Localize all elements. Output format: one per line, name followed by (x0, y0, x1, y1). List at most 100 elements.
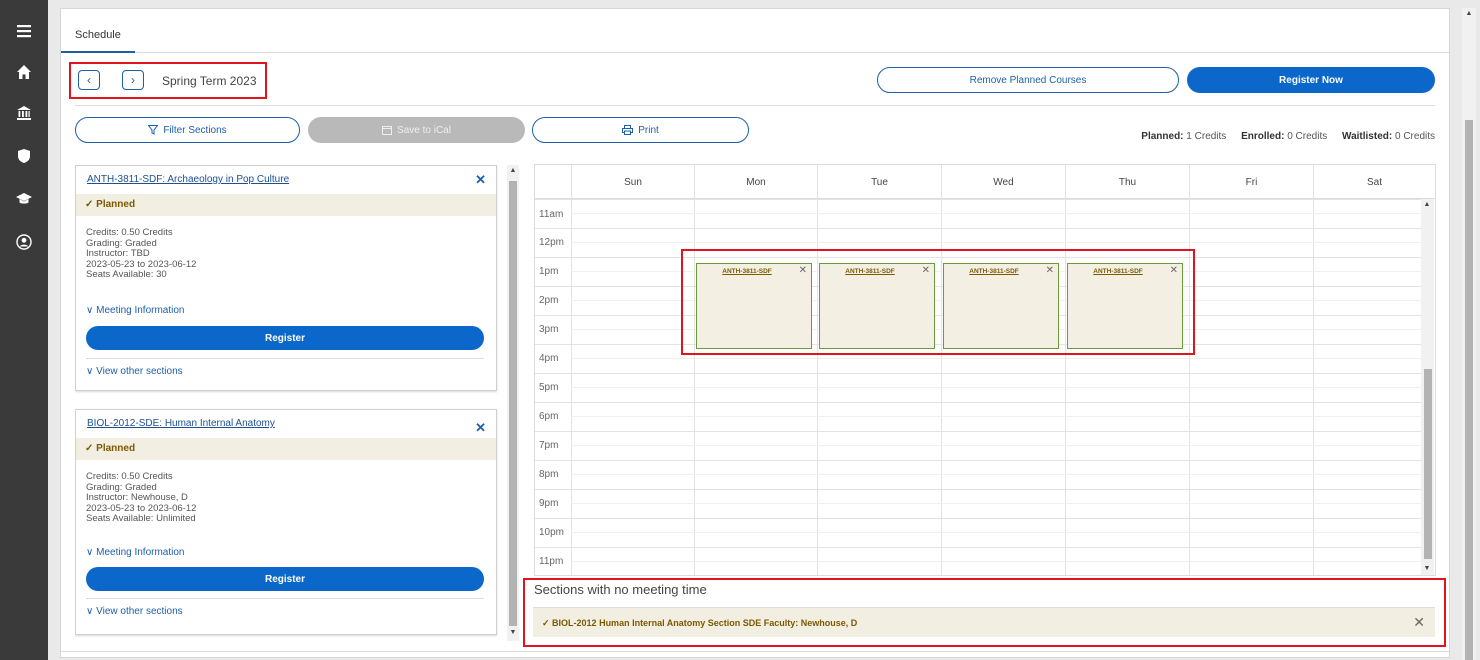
half-hour-line (571, 561, 1421, 562)
print-label: Print (638, 124, 659, 136)
hour-label: 12pm (539, 237, 565, 248)
hour-label: 4pm (539, 353, 559, 364)
half-hour-line (571, 416, 1421, 417)
scroll-down-icon[interactable]: ▼ (507, 629, 519, 636)
view-other-sections-toggle[interactable]: ∨ View other sections (86, 366, 183, 377)
page-scrollbar[interactable]: ▲ (1462, 8, 1476, 660)
meeting-info-label: Meeting Information (96, 305, 185, 316)
filter-icon (148, 125, 159, 135)
half-hour-line (571, 474, 1421, 475)
event-title-link[interactable]: ANTH-3811-SDF (697, 268, 797, 275)
course-instructor: Instructor: Newhouse, D (86, 492, 188, 503)
course-details: Credits: 0.50 Credits Grading: Graded In… (86, 227, 196, 281)
check-icon: ✓ (85, 443, 97, 454)
cards-scrollbar[interactable]: ▲ ▼ (507, 165, 519, 641)
event-title-link[interactable]: ANTH-3811-SDF (1068, 268, 1168, 275)
chevron-down-icon: ∨ (86, 606, 97, 617)
chevron-down-icon: ∨ (86, 547, 97, 558)
scroll-up-icon[interactable]: ▲ (507, 167, 519, 174)
event-close-icon[interactable]: ✕ (799, 265, 807, 276)
home-icon[interactable] (0, 58, 48, 86)
scroll-down-icon[interactable]: ▼ (1421, 565, 1433, 572)
planned-credits-value: 1 Credits (1186, 131, 1227, 142)
hour-label: 10pm (539, 527, 565, 538)
hour-label: 7pm (539, 440, 559, 451)
no-meeting-title: Sections with no meeting time (534, 582, 707, 597)
course-card: BIOL-2012-SDE: Human Internal Anatomy ✕ … (75, 409, 497, 635)
course-card: ANTH-3811-SDF: Archaeology in Pop Cultur… (75, 165, 497, 391)
day-header-wed: Wed (941, 165, 1065, 199)
half-hour-line (571, 445, 1421, 446)
planned-credits-label: Planned: (1141, 131, 1184, 142)
left-nav (0, 0, 48, 660)
half-hour-line (571, 503, 1421, 504)
event-close-icon[interactable]: ✕ (1170, 265, 1178, 276)
chevron-left-icon: ‹ (87, 73, 91, 87)
course-title-link[interactable]: BIOL-2012-SDE: Human Internal Anatomy (87, 418, 275, 429)
enrolled-credits-value: 0 Credits (1287, 131, 1328, 142)
graduation-cap-icon[interactable] (0, 185, 48, 213)
course-details: Credits: 0.50 Credits Grading: Graded In… (86, 471, 196, 525)
bank-icon[interactable] (0, 99, 48, 127)
event-close-icon[interactable]: ✕ (1046, 265, 1054, 276)
register-button[interactable]: Register (86, 567, 484, 591)
weekly-calendar: Sun Mon Tue Wed Thu Fri Sat 11am 12pm 1p… (534, 164, 1436, 576)
event-title-link[interactable]: ANTH-3811-SDF (820, 268, 920, 275)
course-cards-panel: ANTH-3811-SDF: Archaeology in Pop Cultur… (75, 165, 511, 643)
course-title-link[interactable]: ANTH-3811-SDF: Archaeology in Pop Cultur… (87, 174, 289, 185)
tab-schedule[interactable]: Schedule (61, 23, 135, 53)
filter-sections-button[interactable]: Filter Sections (75, 117, 300, 143)
hour-label: 11pm (539, 556, 564, 567)
remove-section-close-icon[interactable]: ✕ (1413, 614, 1425, 631)
calendar-event[interactable]: ANTH-3811-SDF ✕ (943, 263, 1059, 349)
enrolled-credits-label: Enrolled: (1241, 131, 1285, 142)
save-to-ical-button: Save to iCal (308, 117, 525, 143)
calendar-event[interactable]: ANTH-3811-SDF ✕ (1067, 263, 1183, 349)
page-scroll-thumb[interactable] (1465, 120, 1473, 660)
status-label: Planned (96, 199, 136, 210)
chevron-down-icon: ∨ (86, 305, 97, 316)
event-title-link[interactable]: ANTH-3811-SDF (944, 268, 1044, 275)
print-button[interactable]: Print (532, 117, 749, 143)
remove-course-close-icon[interactable]: ✕ (475, 420, 486, 436)
save-to-ical-label: Save to iCal (397, 124, 451, 136)
register-button[interactable]: Register (86, 326, 484, 350)
day-header-mon: Mon (694, 165, 817, 199)
course-seats: Seats Available: 30 (86, 269, 167, 280)
meeting-information-toggle[interactable]: ∨ Meeting Information (86, 305, 185, 316)
calendar-scroll-thumb[interactable] (1424, 369, 1432, 559)
no-meeting-section-text: ✓ BIOL-2012 Human Internal Anatomy Secti… (542, 618, 857, 629)
day-header-fri: Fri (1189, 165, 1313, 199)
meeting-information-toggle[interactable]: ∨ Meeting Information (86, 547, 185, 558)
course-status: ✓ Planned (76, 194, 496, 216)
next-term-button[interactable]: › (122, 70, 144, 90)
course-status: ✓ Planned (76, 438, 496, 460)
check-icon: ✓ (85, 199, 97, 210)
remove-course-close-icon[interactable]: ✕ (475, 172, 486, 188)
course-credits: Credits: 0.50 Credits (86, 227, 173, 238)
term-label: Spring Term 2023 (162, 74, 257, 88)
chevron-down-icon: ∨ (86, 366, 97, 377)
half-hour-line (571, 387, 1421, 388)
card-divider (86, 358, 484, 359)
menu-icon[interactable] (0, 17, 48, 45)
hour-label: 2pm (539, 295, 559, 306)
calendar-event[interactable]: ANTH-3811-SDF ✕ (819, 263, 935, 349)
calendar-icon (382, 126, 393, 135)
register-now-button[interactable]: Register Now (1187, 67, 1435, 93)
hour-label: 5pm (539, 382, 559, 393)
remove-planned-courses-button[interactable]: Remove Planned Courses (877, 67, 1179, 93)
user-circle-icon[interactable] (0, 228, 48, 256)
cards-scroll-thumb[interactable] (509, 181, 517, 626)
view-other-sections-toggle[interactable]: ∨ View other sections (86, 606, 183, 617)
calendar-event[interactable]: ANTH-3811-SDF ✕ (696, 263, 812, 349)
hour-label: 11am (539, 209, 564, 220)
previous-term-button[interactable]: ‹ (78, 70, 100, 90)
event-close-icon[interactable]: ✕ (922, 265, 930, 276)
day-header-sun: Sun (571, 165, 694, 199)
scroll-up-icon[interactable]: ▲ (1421, 201, 1433, 208)
calendar-scrollbar[interactable]: ▲ ▼ (1421, 199, 1434, 575)
scroll-up-icon[interactable]: ▲ (1463, 10, 1475, 17)
shield-icon[interactable] (0, 142, 48, 170)
card-divider (86, 598, 484, 599)
